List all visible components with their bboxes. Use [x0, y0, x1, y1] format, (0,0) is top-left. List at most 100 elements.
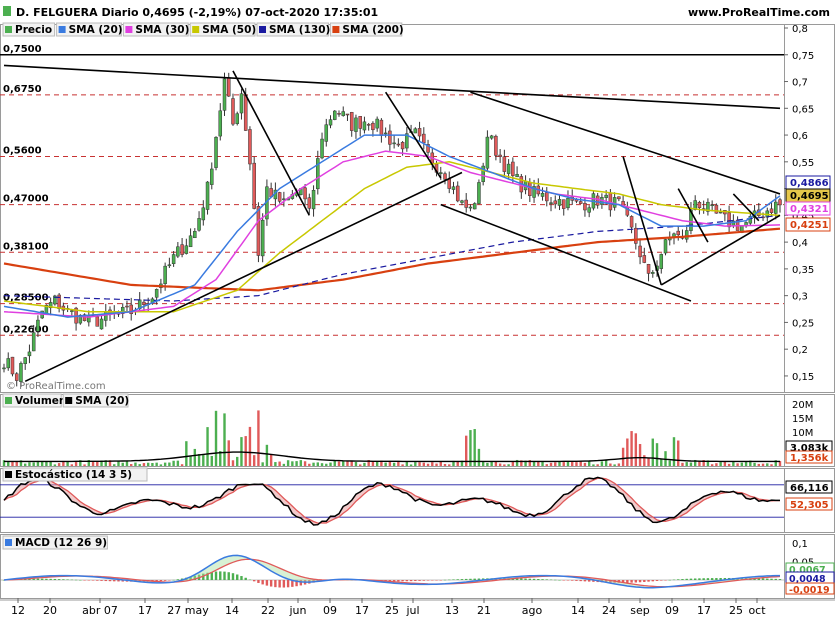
volume-bar: [740, 462, 744, 466]
sma50-line: [3, 161, 781, 313]
macd-hist-bar: [778, 579, 782, 580]
macd-hist-bar: [176, 579, 180, 580]
volume-bar: [121, 462, 124, 466]
volume-bar: [609, 463, 612, 466]
menu-icon[interactable]: [3, 6, 11, 16]
candle: [248, 129, 252, 165]
candle: [460, 200, 464, 203]
macd-hist-bar: [168, 580, 171, 581]
volume-bar: [223, 413, 226, 466]
candle: [774, 201, 778, 214]
macd-hist-bar: [87, 580, 91, 581]
volume-bar: [761, 463, 765, 466]
macd-hist-bar: [96, 580, 99, 581]
macd-hist-bar: [269, 580, 273, 587]
candle: [371, 122, 375, 131]
candle: [184, 245, 189, 254]
macd-hist-bar: [706, 578, 710, 580]
macd-hist-bar: [108, 580, 112, 582]
sma130-line: [3, 214, 781, 302]
stock-chart: D. FELGUERA Diario 0,4695 (-2,19%) 07-oc…: [0, 0, 835, 617]
macd-hist-bar: [409, 580, 413, 582]
stoch-tag-label: 52,305: [790, 500, 829, 511]
candle: [14, 373, 19, 381]
x-tick-label: 17: [138, 604, 152, 617]
legend-swatch: [5, 539, 12, 546]
price-tick-label: 0,4: [792, 238, 808, 249]
volume-bar: [278, 461, 281, 466]
volume-bar: [189, 456, 192, 466]
macd-hist-bar: [426, 580, 430, 581]
macd-hist-bar: [252, 580, 256, 582]
volume-bar: [316, 462, 319, 466]
candle: [718, 211, 723, 214]
volume-bar: [566, 461, 570, 466]
macd-hist-bar: [104, 580, 107, 582]
macd-hist-bar: [282, 580, 286, 588]
volume-bar: [325, 463, 328, 466]
volume-bar: [70, 464, 74, 466]
volume-tag-label: 1,356k: [790, 453, 829, 464]
legend-swatch: [259, 26, 266, 33]
candle: [154, 289, 159, 298]
macd-hist-bar: [83, 580, 86, 581]
legend-label: SMA (130): [269, 24, 330, 36]
volume-bar: [503, 464, 506, 466]
x-tick-label: 25: [385, 604, 399, 617]
candle: [549, 202, 553, 204]
x-tick-label: sep: [630, 604, 649, 617]
legend-swatch: [5, 397, 12, 404]
candle: [6, 358, 10, 369]
macd-tick-label: 0,1: [792, 539, 808, 550]
candle: [451, 186, 456, 190]
volume-bar: [431, 462, 434, 466]
macd-hist-bar: [766, 578, 769, 580]
volume-bar: [236, 456, 239, 466]
macd-hist-bar: [448, 579, 451, 581]
macd-hist-bar: [689, 578, 693, 580]
site-label[interactable]: www.ProRealTime.com: [688, 6, 830, 19]
volume-bar: [24, 463, 27, 466]
x-tick-label: 13: [445, 604, 459, 617]
level-label: 0,6750: [3, 84, 42, 95]
candle: [282, 198, 286, 201]
volume-bar: [405, 461, 409, 466]
volume-bar: [638, 444, 642, 466]
macd-hist-bar: [460, 579, 464, 580]
candle: [608, 192, 613, 211]
candle: [396, 143, 401, 146]
candle: [553, 200, 558, 205]
volume-bar: [554, 462, 557, 466]
candle: [180, 244, 184, 255]
volume-bar: [583, 462, 587, 466]
macd-hist-bar: [405, 580, 409, 582]
macd-hist-bar: [214, 571, 218, 580]
volume-bar: [439, 461, 442, 466]
candle: [345, 113, 350, 116]
volume-bar: [426, 463, 430, 466]
stoch-tag-label: 66,116: [790, 483, 829, 494]
volume-bar: [600, 461, 604, 466]
x-tick-label: abr 07: [82, 604, 118, 617]
volume-bar: [384, 462, 387, 466]
volume-bar: [197, 453, 201, 466]
candle: [400, 142, 405, 150]
volume-bar: [231, 460, 235, 466]
candle: [31, 332, 36, 352]
volume-bar: [592, 464, 595, 466]
legend-swatch: [65, 397, 73, 404]
volume-bar: [681, 462, 684, 466]
legend-label: SMA (20): [75, 395, 129, 407]
candle: [506, 163, 511, 174]
candle: [226, 77, 231, 97]
candle: [595, 195, 600, 206]
price-tick-label: 0,8: [792, 24, 808, 35]
volume-bar: [473, 429, 476, 466]
legend-label: SMA (30): [135, 24, 189, 36]
volume-bar: [647, 458, 650, 466]
volume-bar: [668, 460, 671, 466]
volume-bar: [477, 448, 481, 466]
volume-tick-label: 10M: [792, 428, 813, 439]
macd-hist-bar: [643, 580, 646, 582]
candle: [528, 182, 532, 196]
